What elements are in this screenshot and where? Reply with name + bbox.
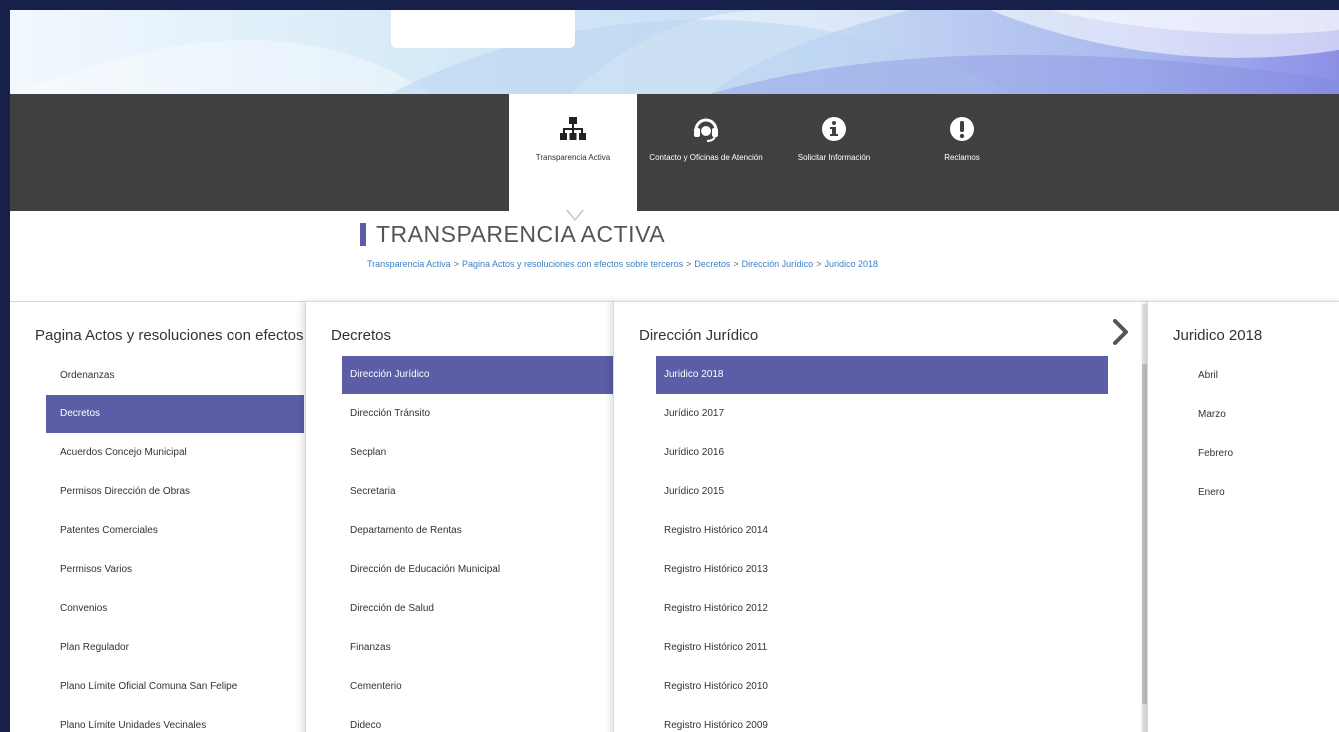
nav-label: Contacto y Oficinas de Atención xyxy=(649,153,763,162)
list-item[interactable]: Abril xyxy=(1191,356,1339,395)
breadcrumb-link[interactable]: Juridico 2018 xyxy=(824,259,878,269)
list-item[interactable]: Registro Histórico 2010 xyxy=(656,667,1108,706)
column-title: Pagina Actos y resoluciones con efectos … xyxy=(35,327,306,344)
column-actos-resoluciones: Pagina Actos y resoluciones con efectos … xyxy=(10,301,306,732)
list-item[interactable]: Registro Histórico 2012 xyxy=(656,589,1108,628)
column-list: Dirección Jurídico Dirección Tránsito Se… xyxy=(342,356,615,732)
list-item-selected[interactable]: Decretos xyxy=(46,395,304,433)
list-item[interactable]: Departamento de Rentas xyxy=(342,511,615,550)
list-item[interactable]: Enero xyxy=(1191,473,1339,512)
column-decretos: Decretos Dirección Jurídico Dirección Tr… xyxy=(305,301,615,732)
headset-icon xyxy=(694,118,718,142)
list-item[interactable]: Febrero xyxy=(1191,434,1339,473)
exclamation-icon xyxy=(950,117,974,141)
breadcrumb-separator: > xyxy=(453,259,459,269)
list-item[interactable]: Permisos Dirección de Obras xyxy=(53,472,306,511)
list-item[interactable]: Plan Regulador xyxy=(53,628,306,667)
list-item[interactable]: Secplan xyxy=(342,433,615,472)
column-title: Dirección Jurídico xyxy=(639,327,759,344)
breadcrumb-link[interactable]: Dirección Jurídico xyxy=(742,259,814,269)
list-item[interactable]: Cementerio xyxy=(342,667,615,706)
nav-solicitar-informacion[interactable]: Solicitar Información xyxy=(770,94,898,211)
nav-reclamos[interactable]: Reclamos xyxy=(898,94,1026,211)
list-item[interactable]: Dideco xyxy=(342,706,615,732)
nav-contacto[interactable]: Contacto y Oficinas de Atención xyxy=(642,94,770,211)
column-title: Juridico 2018 xyxy=(1173,327,1263,344)
nav-label: Solicitar Información xyxy=(797,153,871,162)
title-accent-bar xyxy=(360,223,366,246)
list-item[interactable]: Secretaria xyxy=(342,472,615,511)
list-item[interactable]: Plano Límite Unidades Vecinales xyxy=(53,706,306,732)
breadcrumb-separator: > xyxy=(686,259,692,269)
list-item[interactable]: Jurídico 2016 xyxy=(656,433,1108,472)
column-list: Ordenanzas Decretos Acuerdos Concejo Mun… xyxy=(46,356,306,732)
list-item[interactable]: Dirección de Salud xyxy=(342,589,615,628)
list-item[interactable]: Patentes Comerciales xyxy=(53,511,306,550)
breadcrumb-separator: > xyxy=(733,259,739,269)
list-item-selected[interactable]: Juridico 2018 xyxy=(656,356,1108,394)
page-frame: Transparencia Activa Contacto y Oficinas… xyxy=(10,10,1339,732)
list-item[interactable]: Registro Histórico 2009 xyxy=(656,706,1108,732)
header-banner xyxy=(10,10,1339,94)
logo-placeholder[interactable] xyxy=(391,10,575,48)
column-list: Juridico 2018 Jurídico 2017 Jurídico 201… xyxy=(656,356,1108,732)
list-item[interactable]: Acuerdos Concejo Municipal xyxy=(53,433,306,472)
sitemap-icon xyxy=(560,117,586,140)
list-item[interactable]: Registro Histórico 2013 xyxy=(656,550,1108,589)
breadcrumb-link[interactable]: Decretos xyxy=(694,259,730,269)
list-item-selected[interactable]: Dirección Jurídico xyxy=(342,356,615,394)
column-juridico-2018: Juridico 2018 Abril Marzo Febrero Enero xyxy=(1147,301,1339,732)
list-item[interactable]: Dirección de Educación Municipal xyxy=(342,550,615,589)
nav-transparencia-activa[interactable]: Transparencia Activa xyxy=(509,94,637,211)
breadcrumb: Transparencia Activa > Pagina Actos y reso… xyxy=(367,259,878,269)
list-item[interactable]: Jurídico 2015 xyxy=(656,472,1108,511)
column-list: Abril Marzo Febrero Enero xyxy=(1191,356,1339,512)
list-item[interactable]: Registro Histórico 2014 xyxy=(656,511,1108,550)
info-icon xyxy=(822,117,846,141)
breadcrumb-link[interactable]: Transparencia Activa xyxy=(367,259,451,269)
column-direccion-juridico: Dirección Jurídico Juridico 2018 Jurídic… xyxy=(613,301,1149,732)
list-item[interactable]: Dirección Tránsito xyxy=(342,394,615,433)
list-item[interactable]: Ordenanzas xyxy=(53,356,306,395)
list-item[interactable]: Marzo xyxy=(1191,395,1339,434)
page-title: TRANSPARENCIA ACTIVA xyxy=(376,221,666,247)
main-nav: Transparencia Activa Contacto y Oficinas… xyxy=(10,94,1339,211)
chevron-right-icon[interactable] xyxy=(1111,318,1131,346)
column-title: Decretos xyxy=(331,327,392,344)
nav-label: Transparencia Activa xyxy=(535,153,611,162)
breadcrumb-link[interactable]: Pagina Actos y resoluciones con efectos … xyxy=(462,259,683,269)
breadcrumb-separator: > xyxy=(816,259,822,269)
list-item[interactable]: Permisos Varios xyxy=(53,550,306,589)
list-item[interactable]: Finanzas xyxy=(342,628,615,667)
nav-active-pointer xyxy=(566,209,584,221)
list-item[interactable]: Jurídico 2017 xyxy=(656,394,1108,433)
nav-label: Reclamos xyxy=(944,153,980,162)
list-item[interactable]: Plano Límite Oficial Comuna San Felipe xyxy=(53,667,306,706)
list-item[interactable]: Registro Histórico 2011 xyxy=(656,628,1108,667)
list-item[interactable]: Convenios xyxy=(53,589,306,628)
